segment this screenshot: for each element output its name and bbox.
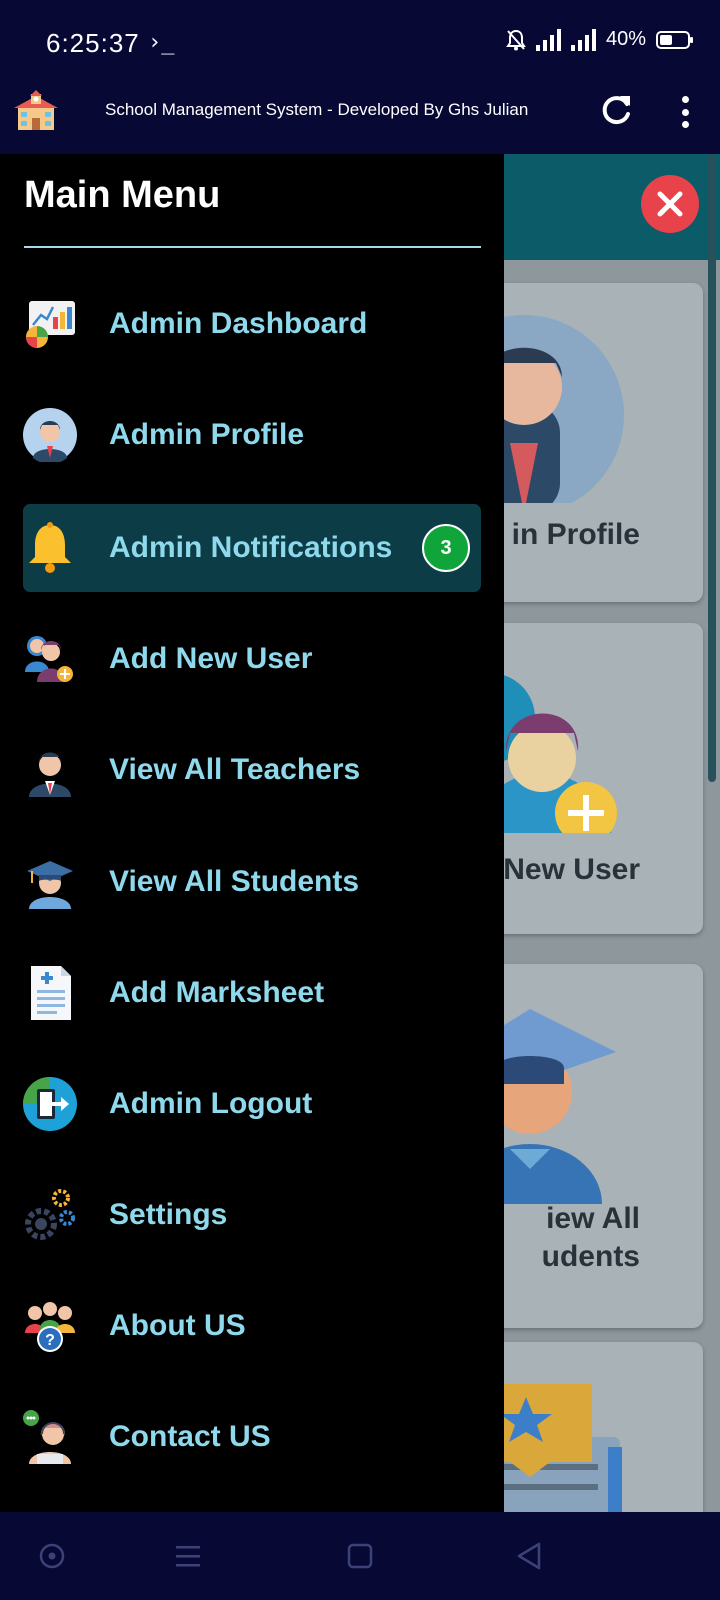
- menu-label: Admin Notifications: [109, 531, 393, 564]
- student-illustration-icon: [470, 1009, 616, 1264]
- card-label: New User: [503, 853, 640, 886]
- menu-label: About US: [109, 1309, 246, 1342]
- nav-dot-icon[interactable]: [36, 1540, 68, 1572]
- status-bar: 6:25:37 ›_ 40%: [0, 0, 720, 88]
- menu-item-view-all-teachers[interactable]: View All Teachers: [23, 726, 481, 814]
- terminal-icon: ›_: [148, 30, 175, 55]
- status-time: 6:25:37: [46, 28, 140, 58]
- teacher-icon: [29, 752, 71, 797]
- navigation-drawer: Main Menu Admin Dashboard Admin Profile: [0, 154, 504, 1512]
- nav-home-icon[interactable]: [344, 1540, 376, 1572]
- add-user-icon: [25, 636, 73, 682]
- menu-label: Add New User: [109, 642, 313, 675]
- student-icon: [27, 861, 73, 909]
- notification-count-badge: 3: [422, 524, 470, 572]
- close-icon: [657, 191, 683, 217]
- menu-item-add-marksheet[interactable]: Add Marksheet: [23, 949, 481, 1037]
- admin-avatar-icon: [23, 408, 77, 462]
- menu-item-contact-us[interactable]: Contact US: [23, 1393, 481, 1481]
- svg-text:?: ?: [45, 1332, 55, 1349]
- marksheet-illustration-icon: [470, 1384, 622, 1512]
- more-vert-icon[interactable]: [670, 92, 700, 132]
- gears-icon: [25, 1189, 75, 1240]
- school-logo-icon: [14, 90, 58, 130]
- add-user-illustration-icon: [470, 673, 617, 913]
- drawer-divider: [24, 246, 481, 248]
- menu-label: Admin Dashboard: [109, 307, 368, 340]
- card-label: udents: [541, 1240, 640, 1273]
- logout-icon: [23, 1077, 77, 1131]
- nav-back-icon[interactable]: [514, 1540, 546, 1572]
- about-group-icon: ?: [25, 1302, 75, 1352]
- menu-item-admin-dashboard[interactable]: Admin Dashboard: [23, 280, 481, 368]
- bell-icon: [29, 522, 71, 573]
- menu-item-admin-profile[interactable]: Admin Profile: [23, 391, 481, 479]
- menu-item-about-us[interactable]: ? About US: [23, 1282, 481, 1370]
- students-card[interactable]: iew All udents: [470, 964, 703, 1328]
- menu-item-view-all-students[interactable]: View All Students: [23, 838, 481, 926]
- bell-muted-icon: [506, 29, 526, 50]
- menu-label: Admin Profile: [109, 418, 305, 451]
- menu-label: Contact US: [109, 1420, 271, 1453]
- battery-percent: 40%: [605, 28, 646, 50]
- system-nav-bar: [0, 1512, 720, 1600]
- dashboard-charts-icon: [26, 301, 75, 348]
- signal-2-icon: [570, 28, 596, 51]
- support-agent-icon: [23, 1410, 71, 1464]
- app-title: School Management System - Developed By …: [105, 100, 529, 119]
- nav-menu-icon[interactable]: [172, 1540, 204, 1572]
- menu-label: View All Students: [109, 865, 360, 898]
- admin-profile-illustration-icon: [470, 315, 624, 503]
- battery-icon: [656, 30, 693, 49]
- card-label: iew All: [546, 1202, 640, 1235]
- card-label: in Profile: [511, 518, 640, 551]
- scrollbar[interactable]: [708, 154, 716, 782]
- signal-1-icon: [535, 28, 561, 51]
- menu-label: Add Marksheet: [109, 976, 325, 1009]
- add-user-card[interactable]: New User: [470, 623, 703, 934]
- drawer-title: Main Menu: [24, 174, 221, 216]
- menu-item-admin-logout[interactable]: Admin Logout: [23, 1060, 481, 1148]
- marksheet-card[interactable]: [470, 1342, 703, 1512]
- profile-card[interactable]: in Profile: [470, 283, 703, 602]
- menu-label: View All Teachers: [109, 753, 361, 786]
- menu-item-add-new-user[interactable]: Add New User: [23, 615, 481, 703]
- menu-item-admin-notifications[interactable]: Admin Notifications 3: [23, 504, 481, 592]
- app-bar: School Management System - Developed By …: [0, 88, 720, 154]
- marksheet-icon: [31, 966, 71, 1020]
- menu-label: Settings: [109, 1198, 228, 1231]
- menu-label: Admin Logout: [109, 1087, 313, 1120]
- refresh-icon[interactable]: [596, 90, 636, 130]
- status-indicators: 40%: [506, 28, 693, 51]
- close-drawer-button[interactable]: [641, 175, 699, 233]
- menu-item-settings[interactable]: Settings: [23, 1171, 481, 1259]
